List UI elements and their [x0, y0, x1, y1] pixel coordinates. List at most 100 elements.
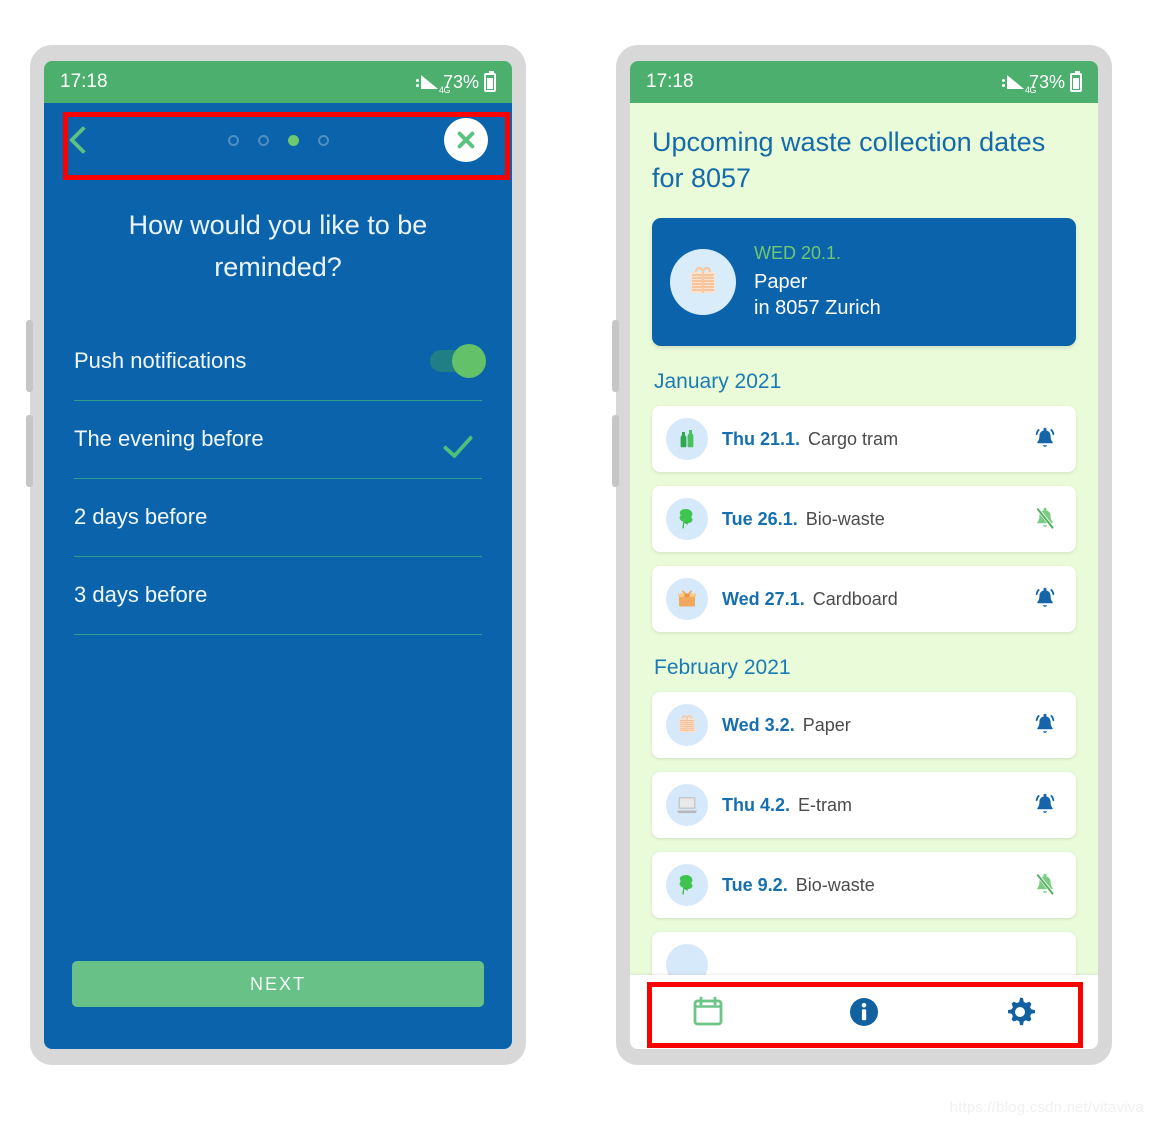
- waste-list-scroll-area[interactable]: Upcoming waste collection dates for 8057: [630, 103, 1098, 975]
- option-2-days-before[interactable]: 2 days before: [74, 479, 482, 557]
- option-evening-before[interactable]: The evening before: [74, 401, 482, 479]
- toggle-knob: [452, 344, 486, 379]
- bell-on-icon[interactable]: [1032, 711, 1058, 739]
- next-button-container: NEXT: [44, 961, 512, 1049]
- signal-icon: 4G: [1001, 75, 1036, 95]
- network-label: 4G: [438, 85, 451, 95]
- month-heading-january: January 2021: [654, 370, 782, 394]
- option-label: Push notifications: [74, 348, 247, 374]
- row-date: Thu 21.1.: [722, 428, 801, 449]
- calendar-icon[interactable]: [685, 989, 731, 1035]
- row-type: Paper: [802, 714, 851, 735]
- bottles-icon: [666, 418, 708, 461]
- phone-side-button-lower[interactable]: [612, 415, 619, 487]
- phone-side-button-lower[interactable]: [26, 415, 33, 487]
- bell-off-icon[interactable]: [1032, 871, 1058, 899]
- row-type: Cargo tram: [808, 428, 899, 449]
- network-label: 4G: [1024, 85, 1037, 95]
- onboarding-screen: How would you like to be reminded? Push …: [44, 103, 512, 1049]
- row-text: Thu 4.2. E-tram: [722, 795, 1018, 816]
- row-text: Tue 26.1. Bio-waste: [722, 509, 1018, 530]
- option-label: The evening before: [74, 426, 264, 452]
- month-heading-february: February 2021: [654, 656, 791, 680]
- phone-frame-left: 17:18 4G 73% How would you like to be re…: [26, 45, 526, 1065]
- table-row[interactable]: Tue 9.2. Bio-waste: [652, 852, 1076, 919]
- table-row[interactable]: Thu 21.1. Cargo tram: [652, 406, 1076, 473]
- chevron-left-icon[interactable]: [64, 126, 92, 154]
- page-dot-1[interactable]: [227, 134, 239, 146]
- bell-on-icon[interactable]: [1032, 791, 1058, 819]
- status-indicators: 4G 73%: [1001, 70, 1082, 95]
- gear-icon[interactable]: [997, 989, 1043, 1035]
- table-row[interactable]: Wed 3.2. Paper: [652, 692, 1076, 759]
- computer-icon: [666, 784, 708, 827]
- row-date: Thu 4.2.: [722, 794, 791, 815]
- screen-right: 17:18 4G 73% Upcoming waste collection d…: [630, 61, 1098, 1049]
- box-icon: [666, 578, 708, 621]
- close-x-icon: [455, 129, 477, 151]
- page-dot-4[interactable]: [317, 134, 329, 146]
- page-title: Upcoming waste collection dates for 8057: [652, 127, 1046, 193]
- phone-side-button-upper[interactable]: [612, 320, 619, 392]
- status-indicators: 4G 73%: [415, 70, 496, 95]
- row-text: Wed 3.2. Paper: [722, 715, 1018, 736]
- row-type: Cardboard: [812, 588, 898, 609]
- row-date: Wed 3.2.: [722, 714, 795, 735]
- plant-icon: [666, 864, 708, 907]
- push-notifications-toggle[interactable]: [430, 344, 486, 379]
- screenshot-canvas: 17:18 4G 73% How would you like to be re…: [0, 0, 1150, 1124]
- waste-collection-screen: Upcoming waste collection dates for 8057: [630, 103, 1098, 1049]
- table-row[interactable]: Thu 4.2. E-tram: [652, 772, 1076, 839]
- paper-bundle-icon: [666, 704, 708, 747]
- reminder-options-list: Push notifications The evening before 2 …: [44, 323, 512, 635]
- page-dot-3-active[interactable]: [287, 134, 299, 146]
- row-text: Wed 27.1. Cardboard: [722, 589, 1018, 610]
- row-type: Bio-waste: [795, 874, 875, 895]
- row-date: Tue 9.2.: [722, 874, 788, 895]
- table-row[interactable]: Wed 27.1. Cardboard: [652, 566, 1076, 633]
- next-button[interactable]: NEXT: [72, 961, 484, 1007]
- collection-location: in 8057 Zurich: [754, 297, 881, 320]
- row-text: Tue 9.2. Bio-waste: [722, 875, 1018, 896]
- option-push-notifications[interactable]: Push notifications: [74, 323, 486, 401]
- bell-on-icon[interactable]: [1032, 585, 1058, 613]
- phone-frame-right: 17:18 4G 73% Upcoming waste collection d…: [612, 45, 1112, 1065]
- row-type: E-tram: [798, 794, 853, 815]
- battery-icon: [484, 70, 496, 92]
- collection-type: Paper: [754, 271, 808, 294]
- bell-on-icon[interactable]: [1032, 425, 1058, 453]
- collection-date: WED 20.1.: [754, 243, 842, 264]
- battery-icon: [1070, 70, 1082, 92]
- table-row-partial[interactable]: [652, 932, 1076, 975]
- next-collection-card[interactable]: WED 20.1. Paper in 8057 Zurich: [652, 218, 1076, 347]
- checkmark-icon: [448, 429, 482, 449]
- onboarding-top-nav: [44, 103, 512, 177]
- status-time: 17:18: [60, 71, 108, 92]
- bell-off-icon[interactable]: [1032, 505, 1058, 533]
- info-icon[interactable]: [841, 989, 887, 1035]
- row-date: Tue 26.1.: [722, 508, 798, 529]
- row-text: Thu 21.1. Cargo tram: [722, 429, 1018, 450]
- page-dot-2[interactable]: [257, 134, 269, 146]
- option-label: 2 days before: [74, 504, 208, 530]
- phone-side-button-upper[interactable]: [26, 320, 33, 392]
- signal-icon: 4G: [415, 75, 450, 95]
- option-3-days-before[interactable]: 3 days before: [74, 557, 482, 635]
- onboarding-title: How would you like to be reminded?: [128, 210, 428, 282]
- row-date: Wed 27.1.: [722, 588, 805, 609]
- table-row[interactable]: Tue 26.1. Bio-waste: [652, 486, 1076, 553]
- list-item-icon-partial: [666, 944, 708, 975]
- status-time: 17:18: [646, 71, 694, 92]
- status-bar-right: 17:18 4G 73%: [630, 61, 1098, 103]
- status-bar-left: 17:18 4G 73%: [44, 61, 512, 103]
- next-collection-text: WED 20.1. Paper in 8057 Zurich: [754, 243, 881, 321]
- close-button[interactable]: [444, 118, 488, 162]
- paper-bundle-icon: [670, 249, 736, 316]
- page-indicator-dots: [44, 134, 512, 146]
- bottom-navigation-bar: [630, 975, 1098, 1049]
- option-label: 3 days before: [74, 582, 208, 608]
- row-type: Bio-waste: [805, 508, 885, 529]
- screen-left: 17:18 4G 73% How would you like to be re…: [44, 61, 512, 1049]
- plant-icon: [666, 498, 708, 541]
- watermark: https://blog.csdn.net/vitaviva: [949, 1099, 1144, 1116]
